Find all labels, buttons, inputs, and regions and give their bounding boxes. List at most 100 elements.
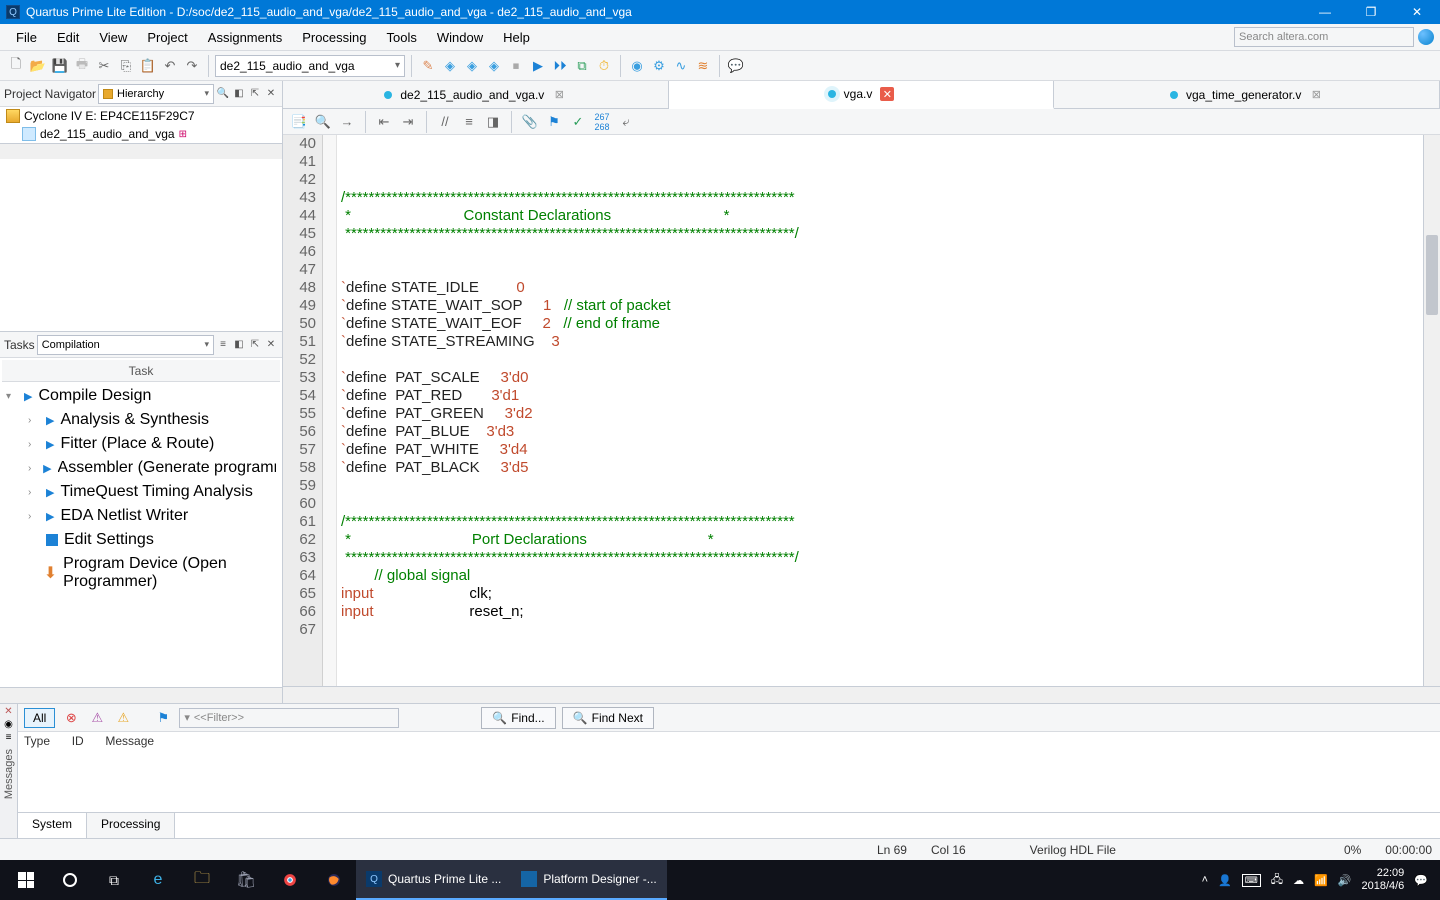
msg-list-icon[interactable]: ≡	[6, 732, 12, 743]
chrome-icon[interactable]	[268, 860, 312, 900]
ed-bookmark-icon[interactable]: ◨	[483, 112, 503, 132]
wand-icon[interactable]: ✎	[418, 56, 438, 76]
hierarchy-device-row[interactable]: Cyclone IV E: EP4CE115F29C7	[0, 107, 282, 125]
task-compile-design[interactable]: ▾▶Compile Design	[0, 384, 282, 408]
cfg2-icon[interactable]: ◈	[462, 56, 482, 76]
menu-project[interactable]: Project	[137, 26, 197, 49]
ed-outdent-icon[interactable]: ⇤	[374, 112, 394, 132]
tab-vga-time-generator[interactable]: vga_time_generator.v⊠	[1054, 81, 1440, 108]
cut-icon[interactable]: ✂	[94, 56, 114, 76]
tray-input-icon[interactable]: ⌨	[1242, 874, 1261, 887]
code-content[interactable]: /***************************************…	[337, 135, 1423, 686]
signal-icon[interactable]: ≋	[693, 56, 713, 76]
pin1-icon[interactable]: ◧	[232, 87, 246, 101]
code-editor[interactable]: 4041424344454647484950515253545556575859…	[283, 135, 1440, 686]
tray-wifi-icon[interactable]: 📶	[1314, 874, 1328, 887]
edge-icon[interactable]: e	[136, 860, 180, 900]
chat-icon[interactable]: 💬	[726, 56, 746, 76]
file-explorer-icon[interactable]: 🗀	[180, 860, 224, 900]
task-edit-settings[interactable]: Edit Settings	[0, 528, 282, 552]
tab-close-icon[interactable]: ⊠	[552, 88, 566, 102]
run-fast-icon[interactable]: ⏵⏵	[550, 56, 570, 76]
store-icon[interactable]: 🛍	[224, 860, 268, 900]
msg-flag-icon[interactable]: ⚑	[153, 708, 173, 728]
open-file-icon[interactable]: 📂	[28, 56, 48, 76]
tasks-pin1-icon[interactable]: ◧	[232, 338, 246, 352]
firefox-icon[interactable]	[312, 860, 356, 900]
msg-x-icon[interactable]: ✕	[4, 706, 12, 717]
save-icon[interactable]: 💾	[50, 56, 70, 76]
messages-list[interactable]	[18, 752, 1440, 812]
menu-assignments[interactable]: Assignments	[198, 26, 292, 49]
taskbar-platform-designer[interactable]: Platform Designer -...	[511, 860, 666, 900]
ed-list-icon[interactable]: 📑	[289, 112, 309, 132]
navigator-view-combo[interactable]: Hierarchy	[98, 84, 214, 104]
cfg3-icon[interactable]: ◈	[484, 56, 504, 76]
task-view-icon[interactable]: ⧉	[92, 860, 136, 900]
msg-critical-icon[interactable]: ⚠	[87, 708, 107, 728]
msg-error-icon[interactable]: ⊗	[61, 708, 81, 728]
ed-find-icon[interactable]: 🔍	[313, 112, 333, 132]
ed-indent-icon[interactable]: ⇥	[398, 112, 418, 132]
ed-comment-icon[interactable]: //	[435, 112, 455, 132]
menu-edit[interactable]: Edit	[47, 26, 89, 49]
messages-find-button[interactable]: 🔍Find...	[481, 707, 555, 729]
fold-gutter[interactable]	[323, 135, 337, 686]
tab-close-icon[interactable]: ✕	[880, 87, 894, 101]
project-selector[interactable]: de2_115_audio_and_vga	[215, 55, 405, 77]
cortana-search-icon[interactable]	[48, 860, 92, 900]
cfg1-icon[interactable]: ◈	[440, 56, 460, 76]
ed-clip-icon[interactable]: 📎	[520, 112, 540, 132]
tray-volume-icon[interactable]: 🔊	[1338, 874, 1352, 887]
ed-check-icon[interactable]: ✓	[568, 112, 588, 132]
search-icon[interactable]: 🔍	[216, 87, 230, 101]
tab-close-icon[interactable]: ⊠	[1309, 88, 1323, 102]
globe-icon[interactable]	[1418, 29, 1434, 45]
paste-icon[interactable]: 📋	[138, 56, 158, 76]
tray-notifications-icon[interactable]: 💬	[1414, 874, 1428, 887]
tasks-column-header[interactable]: Task	[2, 360, 280, 382]
copy-icon[interactable]: ⎘	[116, 56, 136, 76]
tray-network-icon[interactable]: 🖧	[1271, 871, 1283, 890]
menu-view[interactable]: View	[89, 26, 137, 49]
msg-warning-icon[interactable]: ⚠	[113, 708, 133, 728]
tab-de2-115[interactable]: de2_115_audio_and_vga.v⊠	[283, 81, 669, 108]
task-eda-netlist[interactable]: ›▶EDA Netlist Writer	[0, 504, 282, 528]
menu-help[interactable]: Help	[493, 26, 540, 49]
ed-arrow-icon[interactable]: →	[337, 112, 357, 132]
ed-wrap-icon[interactable]: ⤶	[616, 112, 636, 132]
ed-broom-icon[interactable]: ⚑	[544, 112, 564, 132]
system-tray[interactable]: ˄ 👤 ⌨ 🖧 ☁ 📶 🔊 22:092018/4/6 💬	[1194, 867, 1436, 893]
tasks-menu-icon[interactable]: ≡	[216, 338, 230, 352]
pin2-icon[interactable]: ⇱	[248, 87, 262, 101]
tasks-pin2-icon[interactable]: ⇱	[248, 338, 262, 352]
taskbar-quartus[interactable]: QQuartus Prime Lite ...	[356, 860, 511, 900]
msg-o-icon[interactable]: ◉	[4, 719, 13, 730]
print-icon[interactable]: 🖶	[72, 56, 92, 76]
tray-onedrive-icon[interactable]: ☁	[1293, 874, 1304, 887]
timing-icon[interactable]: ⏱	[594, 56, 614, 76]
messages-find-next-button[interactable]: 🔍Find Next	[562, 707, 654, 729]
task-fitter[interactable]: ›▶Fitter (Place & Route)	[0, 432, 282, 456]
task-assembler[interactable]: ›▶Assembler (Generate programming files)	[0, 456, 282, 480]
tray-people-icon[interactable]: 👤	[1218, 874, 1232, 887]
menu-tools[interactable]: Tools	[377, 26, 427, 49]
task-timequest[interactable]: ›▶TimeQuest Timing Analysis	[0, 480, 282, 504]
editor-vscrollbar[interactable]	[1423, 135, 1440, 686]
menu-file[interactable]: File	[6, 26, 47, 49]
navigator-hscrollbar[interactable]	[0, 143, 282, 159]
wave-icon[interactable]: ∿	[671, 56, 691, 76]
menu-window[interactable]: Window	[427, 26, 493, 49]
tasks-close-icon[interactable]: ✕	[264, 338, 278, 352]
stop-icon[interactable]: ⏹	[506, 56, 526, 76]
panel-close-icon[interactable]: ✕	[264, 87, 278, 101]
messages-filter-input[interactable]: ▾<<Filter>>	[179, 708, 399, 728]
messages-tab-processing[interactable]: Processing	[87, 813, 175, 838]
messages-tab-system[interactable]: System	[18, 813, 87, 838]
close-button[interactable]: ✕	[1394, 0, 1440, 24]
ed-uncomment-icon[interactable]: ≡	[459, 112, 479, 132]
hierarchy-entity-row[interactable]: de2_115_audio_and_vga ⊞	[0, 125, 282, 143]
bug-icon[interactable]: ⧉	[572, 56, 592, 76]
editor-hscrollbar[interactable]	[283, 686, 1440, 703]
minimize-button[interactable]: —	[1302, 0, 1348, 24]
